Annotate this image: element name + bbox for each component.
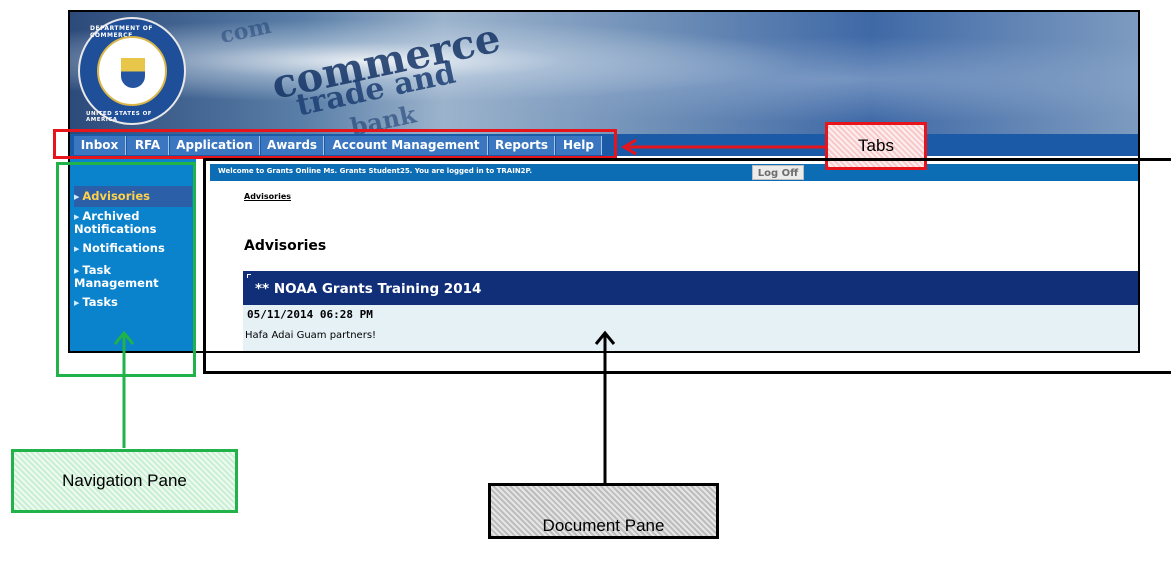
document-pane-label-text: Document Pane xyxy=(542,516,665,535)
shield-icon xyxy=(121,58,145,88)
banner-word: com xyxy=(217,12,274,50)
tabs-label-text: Tabs xyxy=(858,136,894,155)
navigation-pane-label-text: Navigation Pane xyxy=(62,471,187,490)
doc-arrow-icon xyxy=(594,330,616,485)
seal-text-bottom: UNITED STATES OF AMERICA xyxy=(86,111,153,123)
document-pane-label: Document Pane xyxy=(488,483,719,539)
navigation-pane-label: Navigation Pane xyxy=(11,449,238,513)
header-banner: com commerce trade and bank DEPARTMENT O… xyxy=(70,12,1138,142)
document-pane-highlight-box xyxy=(203,158,1171,374)
tabs-arrow-icon xyxy=(621,139,826,155)
department-seal-logo: DEPARTMENT OF COMMERCE UNITED STATES OF … xyxy=(78,17,186,125)
nav-arrow-icon xyxy=(113,330,135,448)
tabs-highlight-box xyxy=(53,129,617,159)
seal-emblem xyxy=(97,36,167,106)
